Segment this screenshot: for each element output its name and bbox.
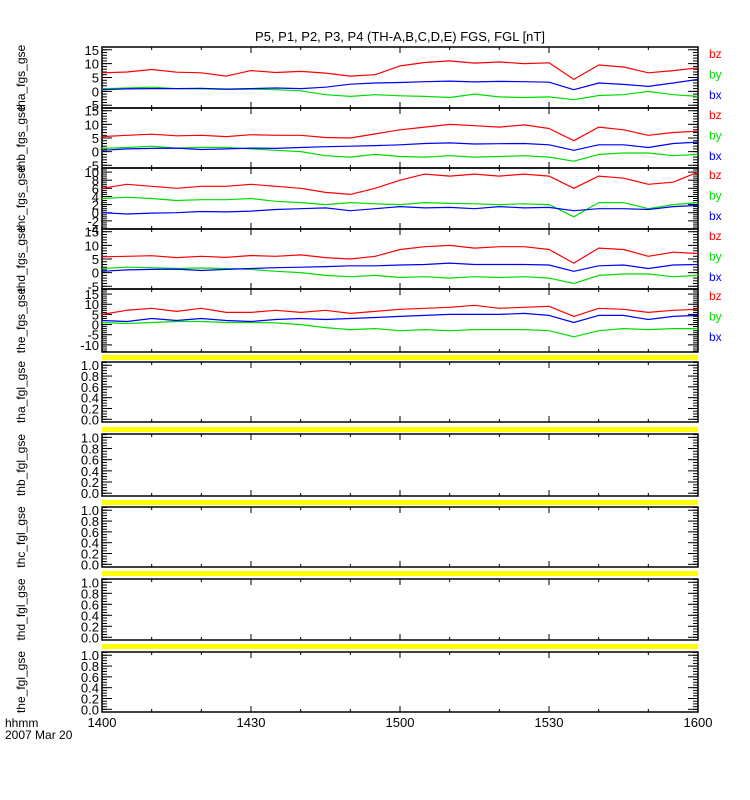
y-tick-label: 15	[85, 225, 99, 240]
legend-label-by: by	[709, 68, 722, 82]
y-tick-label: 0	[92, 266, 99, 281]
panel-frame	[101, 288, 699, 353]
y-tick-label: 5	[92, 131, 99, 146]
x-tick-label: 1430	[237, 715, 266, 730]
panel-ylabel: tha_fgl_gse	[14, 361, 28, 423]
legend-label-by: by	[709, 129, 722, 143]
chart-title: P5, P1, P2, P3, P4 (TH-A,B,C,D,E) FGS, F…	[255, 29, 545, 44]
y-tick-label: 15	[85, 287, 99, 302]
panel-ylabel: thc_fgs_gse	[14, 166, 28, 231]
empty-data-bar	[102, 571, 698, 576]
y-tick-label: 15	[85, 43, 99, 58]
series-line-bx	[101, 262, 699, 272]
panel-ylabel: tha_fgs_gse	[14, 44, 28, 110]
series-line-bz	[101, 123, 699, 142]
legend-label-bz: bz	[709, 289, 722, 303]
legend-label-bx: bx	[709, 149, 722, 163]
legend-label-by: by	[709, 250, 722, 264]
empty-data-bar	[102, 427, 698, 432]
panel-frame	[101, 433, 699, 497]
y-tick-label: 5	[92, 71, 99, 86]
empty-data-bar	[102, 355, 698, 360]
stacked-line-chart: P5, P1, P2, P3, P4 (TH-A,B,C,D,E) FGS, F…	[5, 29, 722, 742]
panel-ylabel: thb_fgs_gse	[14, 105, 28, 171]
y-tick-label: 10	[85, 165, 99, 180]
series-line-bx	[101, 204, 699, 215]
y-tick-label: 1.0	[81, 430, 99, 445]
legend-label-bx: bx	[709, 209, 722, 223]
panel-ylabel: thd_fgs_gse	[14, 226, 28, 292]
panel-ylabel: thc_fgl_gse	[14, 506, 28, 568]
y-tick-label: 0	[92, 145, 99, 160]
empty-data-bar	[102, 500, 698, 505]
y-tick-label: 15	[85, 104, 99, 119]
y-tick-label: 5	[92, 252, 99, 267]
y-tick-label: 10	[85, 238, 99, 253]
series-line-bz	[101, 171, 699, 195]
panel-ylabel: thd_fgl_gse	[14, 578, 28, 640]
panel-frame	[101, 506, 699, 568]
panel-frame	[101, 107, 699, 169]
x-tick-label: 1530	[535, 715, 564, 730]
series-line-by	[101, 86, 699, 101]
legend-label-bx: bx	[709, 88, 722, 102]
empty-data-bar	[102, 644, 698, 649]
y-tick-label: 1.0	[81, 648, 99, 663]
y-tick-label: 10	[85, 57, 99, 72]
series-line-bx	[101, 78, 699, 91]
y-tick-label: 10	[85, 117, 99, 132]
y-tick-label: 1.0	[81, 503, 99, 518]
y-tick-label: 0	[92, 84, 99, 99]
panel-frame	[101, 228, 699, 290]
panel-ylabel: the_fgl_gse	[14, 651, 28, 713]
x-tick-label: 1600	[684, 715, 713, 730]
legend-label-bz: bz	[709, 47, 722, 61]
series-line-bz	[101, 304, 699, 317]
x-tick-label: 1400	[88, 715, 117, 730]
series-line-bz	[101, 244, 699, 264]
legend-label-by: by	[709, 189, 722, 203]
panel-ylabel: the_fgs_gse	[14, 287, 28, 353]
legend-label-bx: bx	[709, 270, 722, 284]
x-axis-label-date: 2007 Mar 20	[5, 728, 73, 742]
panel-frame	[101, 578, 699, 641]
y-tick-label: 1.0	[81, 575, 99, 590]
panel-ylabel: thb_fgl_gse	[14, 434, 28, 496]
series-line-by	[101, 320, 698, 338]
y-tick-label: 1.0	[81, 358, 99, 373]
series-line-bz	[101, 60, 699, 80]
legend-label-bz: bz	[709, 168, 722, 182]
legend-label-bz: bz	[709, 229, 722, 243]
series-line-bx	[101, 141, 699, 151]
panel-frame	[101, 46, 699, 109]
panel-frame	[101, 651, 699, 713]
themis-fgm-plot: P5, P1, P2, P3, P4 (TH-A,B,C,D,E) FGS, F…	[0, 0, 750, 800]
legend-label-by: by	[709, 310, 722, 324]
panel-frame	[101, 361, 699, 423]
x-tick-label: 1500	[386, 715, 415, 730]
legend-label-bx: bx	[709, 330, 722, 344]
legend-label-bz: bz	[709, 108, 722, 122]
